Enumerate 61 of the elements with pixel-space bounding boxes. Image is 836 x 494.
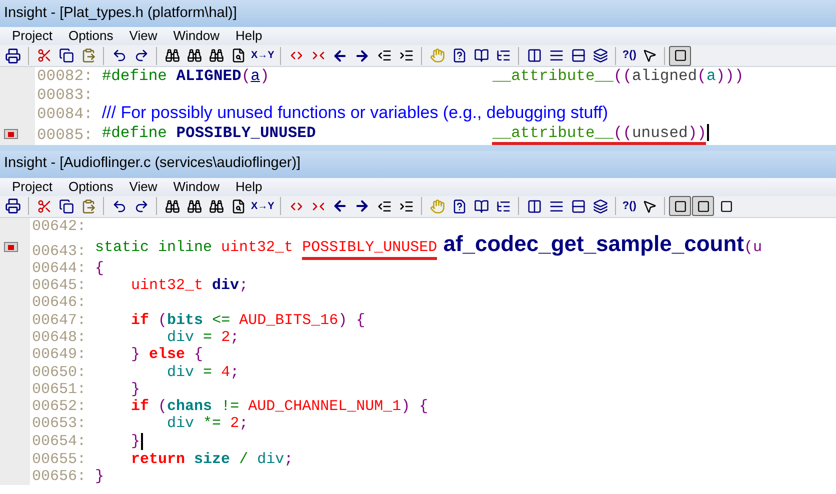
code-line: if (chans != AUD_CHANNEL_NUM_1) { — [130, 398, 428, 416]
line-number: 00084: — [37, 105, 93, 124]
replace-button[interactable]: X→Y — [249, 46, 276, 66]
code-line: } — [95, 468, 104, 486]
code-line: div = 2; — [166, 328, 240, 346]
code-line: if (bits <= AUD_BITS_16) { — [130, 312, 366, 329]
frame-icon — [696, 200, 710, 212]
line-number: 00643: — [32, 242, 86, 260]
line-number: 00650: — [32, 364, 86, 381]
text-cursor — [141, 432, 144, 450]
mode-toggle-button[interactable] — [669, 196, 692, 216]
line-number: 00082: — [37, 67, 93, 86]
bookmark-marker-icon — [4, 242, 18, 252]
mode-toggle-button[interactable] — [692, 196, 714, 216]
menu-item[interactable]: View — [129, 26, 158, 46]
menu-item[interactable]: Help — [235, 26, 262, 46]
line-number: 00648: — [32, 328, 86, 346]
menu-item[interactable]: Options — [68, 26, 114, 46]
frame-icon — [720, 200, 733, 212]
line-number: 00645: — [32, 277, 86, 294]
code-line: static inline uint32_t POSSIBLY_UNUSED af_codec_get_sample_count(u — [95, 234, 762, 260]
code-line: div *= 2; — [166, 415, 248, 433]
symbol-help-button[interactable]: ?() — [620, 46, 638, 66]
line-number: 00085: — [37, 126, 93, 144]
bookmark-marker-icon — [4, 129, 18, 139]
line-number: 00649: — [32, 346, 86, 364]
menu-item[interactable]: Project — [12, 26, 52, 46]
mode-toggle-button[interactable] — [669, 46, 692, 66]
menu-item[interactable]: Window — [173, 176, 220, 196]
frame-icon — [674, 49, 687, 62]
menu-item[interactable]: Options — [68, 176, 114, 196]
code-line: /// For possibly unused functions or variables (e.g., debugging stuff) — [102, 104, 608, 124]
line-number: 00651: — [32, 380, 86, 398]
line-number: 00652: — [32, 398, 86, 416]
window-title: Insight - [Plat_types.h (platform\hal)] — [4, 4, 237, 23]
line-number: 00647: — [32, 312, 86, 329]
code-line: } — [130, 433, 140, 451]
menu-item[interactable]: Help — [235, 176, 262, 196]
line-number: 00646: — [32, 294, 86, 312]
symbol-help-button[interactable]: ?() — [620, 196, 638, 216]
menu-item[interactable]: Window — [173, 26, 220, 46]
menu-item[interactable]: View — [129, 176, 158, 196]
line-number: 00653: — [32, 415, 86, 433]
line-number: 00083: — [37, 86, 93, 104]
line-number: 00654: — [32, 433, 86, 451]
code-line: { — [95, 260, 104, 278]
code-line: #define ALIGNED(a) __attribute__((aligned(a))) — [102, 67, 744, 86]
window-title: Insight - [Audioflinger.c (services\audioflinger)] — [4, 154, 301, 174]
frame-icon — [674, 200, 687, 212]
line-number: 00655: — [32, 450, 86, 468]
menu-item[interactable]: Project — [12, 176, 52, 196]
line-number: 00644: — [32, 260, 86, 278]
line-number: 00656: — [32, 468, 86, 486]
code-line: div = 4; — [166, 364, 240, 381]
code-line: return size / div; — [130, 450, 294, 468]
code-line: uint32_t div; — [130, 277, 248, 294]
code-line: } — [130, 380, 140, 398]
line-number: 00642: — [32, 218, 86, 235]
code-line: } else { — [130, 346, 204, 364]
text-cursor — [707, 124, 710, 140]
replace-button[interactable]: X→Y — [249, 196, 276, 216]
